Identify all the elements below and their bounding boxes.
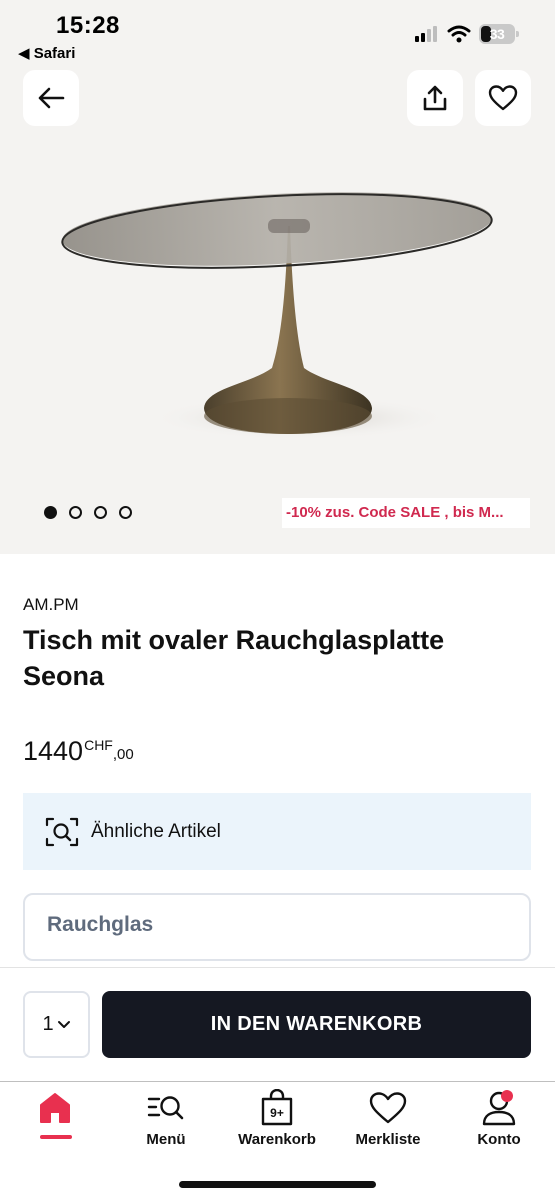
product-brand[interactable]: AM.PM	[23, 595, 79, 615]
nav-item-home[interactable]	[0, 1082, 110, 1162]
quantity-value: 1	[42, 1013, 54, 1035]
wishlist-button[interactable]	[475, 70, 531, 126]
share-icon	[423, 85, 447, 111]
add-to-cart-button[interactable]: IN DEN WARENKORB	[102, 991, 531, 1058]
quantity-select[interactable]: 1	[23, 991, 90, 1058]
variant-select[interactable]: Rauchglas	[23, 893, 531, 961]
nav-label-wishlist: Merkliste	[355, 1131, 421, 1148]
carousel-dot[interactable]	[69, 506, 82, 519]
nav-item-menu[interactable]: Menü	[111, 1082, 221, 1162]
signal-icon	[415, 26, 437, 42]
product-image-gallery[interactable]: -10% zus. Code SALE , bis M...	[0, 66, 555, 554]
divider	[0, 967, 555, 968]
carousel-dot[interactable]	[94, 506, 107, 519]
battery-level: 33	[489, 26, 505, 42]
nav-item-wishlist[interactable]: Merkliste	[333, 1082, 443, 1162]
price-currency: CHF	[84, 737, 113, 753]
menu-search-icon	[146, 1088, 186, 1128]
nav-item-cart[interactable]: 9+ Warenkorb	[222, 1082, 332, 1162]
heart-icon	[368, 1088, 408, 1128]
nav-label-cart: Warenkorb	[238, 1131, 316, 1148]
product-price: 1440 CHF ,00	[23, 736, 134, 767]
cart-count-badge: 9+	[270, 1106, 284, 1120]
home-icon	[35, 1088, 75, 1128]
back-to-safari-link[interactable]: ◀ Safari	[18, 44, 75, 62]
product-image	[61, 192, 493, 440]
battery-icon: 33	[479, 24, 519, 44]
shopping-bag-icon: 9+	[257, 1088, 297, 1128]
status-bar: 15:28 ◀ Safari 33	[0, 0, 555, 66]
price-main: 1440	[23, 736, 84, 766]
similar-items-label: Ähnliche Artikel	[91, 820, 221, 842]
carousel-dot[interactable]	[44, 506, 57, 519]
chevron-down-icon	[57, 1020, 70, 1028]
nav-label-account: Konto	[477, 1131, 521, 1148]
arrow-left-icon	[38, 87, 65, 109]
back-button[interactable]	[23, 70, 79, 126]
similar-items-button[interactable]: Ähnliche Artikel	[23, 793, 531, 870]
carousel-dots	[44, 506, 132, 519]
product-title: Tisch mit ovaler Rauchglasplatte Seona	[23, 625, 445, 691]
user-icon	[479, 1088, 519, 1128]
price-decimals: ,00	[112, 746, 134, 763]
active-tab-indicator	[40, 1135, 72, 1139]
status-icons: 33	[415, 24, 519, 44]
nav-item-account[interactable]: Konto	[444, 1082, 554, 1162]
heart-icon	[488, 85, 518, 111]
carousel-dot[interactable]	[119, 506, 132, 519]
clock: 15:28	[56, 12, 120, 39]
wifi-icon	[447, 25, 471, 43]
share-button[interactable]	[407, 70, 463, 126]
notification-dot	[501, 1090, 513, 1102]
image-search-icon	[45, 817, 79, 846]
home-indicator[interactable]	[179, 1181, 376, 1188]
nav-label-menu: Menü	[146, 1131, 186, 1148]
promo-badge[interactable]: -10% zus. Code SALE , bis M...	[282, 498, 530, 528]
